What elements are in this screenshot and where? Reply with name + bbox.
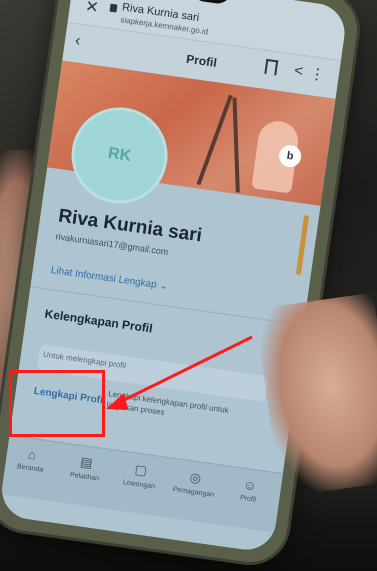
annotation-arrow: [106, 335, 253, 410]
arrow-head: [106, 393, 128, 410]
arrow-line: [115, 335, 253, 406]
